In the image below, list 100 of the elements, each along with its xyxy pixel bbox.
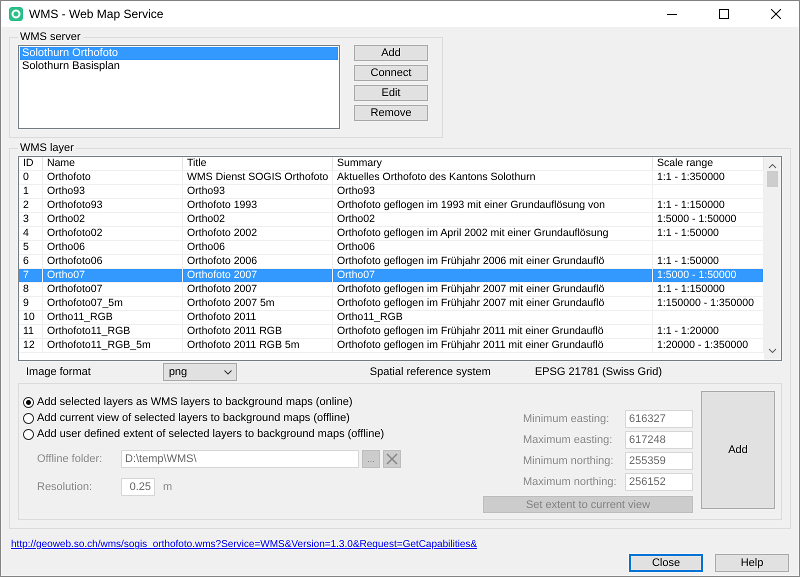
scroll-thumb[interactable] xyxy=(767,171,778,187)
table-cell: Orthofoto11_RGB xyxy=(43,325,183,338)
dialog-button[interactable]: Close xyxy=(629,554,703,572)
capabilities-link[interactable]: http://geoweb.so.ch/wms/sogis_orthofoto.wms?Service=WMS&Version=1.3.0&Request=GetCapabilities& xyxy=(9,539,791,550)
radio-button[interactable] xyxy=(23,428,34,440)
table-cell: Orthofoto 2011 RGB 5m xyxy=(183,339,333,352)
table-row[interactable]: 2 Orthofoto93 Orthofoto 1993 Orthofoto geflogen im 1993 mit einer Grundauflösung von 1:1 - 1:150000 xyxy=(19,199,764,213)
maximize-icon xyxy=(719,9,729,19)
table-cell: Ortho93 xyxy=(183,185,333,198)
table-cell: 9 xyxy=(19,297,43,310)
scroll-down-icon[interactable] xyxy=(768,348,777,354)
column-header[interactable]: ID xyxy=(19,157,43,170)
field-label: Resolution: xyxy=(37,481,94,493)
table-cell: Orthofoto 2007 5m xyxy=(183,297,333,310)
field-label: Minimum northing: xyxy=(523,455,614,467)
field-label: Maximum northing: xyxy=(523,476,617,488)
radio-button[interactable] xyxy=(23,412,34,424)
table-cell: Orthofoto 2007 xyxy=(183,283,333,296)
table-row[interactable]: 12 Orthofoto11_RGB_5m Orthofoto 2011 RGB 5m Orthofoto geflogen im Frühjahr 2011 mit einer Grundauflö 1:20000 - 1:350000 xyxy=(19,339,764,353)
table-cell: Orthofoto geflogen im April 2002 mit einer Grundauflösung xyxy=(333,227,653,240)
table-row[interactable]: 9 Orthofoto07_5m Orthofoto 2007 5m Orthofoto geflogen im Frühjahr 2007 mit einer Grundauflö 1:150000 - 1:350000 xyxy=(19,297,764,311)
table-cell: Ortho02 xyxy=(43,213,183,226)
table-cell: Orthofoto07 xyxy=(43,283,183,296)
close-icon xyxy=(771,9,781,19)
table-cell: Orthofoto xyxy=(43,171,183,184)
group-label: WMS layer xyxy=(19,142,75,154)
srs-value: EPSG 21781 (Swiss Grid) xyxy=(534,366,662,378)
table-cell: Ortho93 xyxy=(333,185,653,198)
field-label: Spatial reference system xyxy=(370,366,491,378)
field-label: Maximum easting: xyxy=(523,434,612,446)
table-cell: Orthofoto 2007 xyxy=(183,269,333,282)
table-cell: Orthofoto93 xyxy=(43,199,183,212)
column-header[interactable]: Name xyxy=(43,157,183,170)
server-button[interactable]: Connect xyxy=(354,65,428,81)
table-cell: Ortho06 xyxy=(183,241,333,254)
group-label: WMS server xyxy=(19,31,82,43)
field-label: Minimum easting: xyxy=(523,413,610,425)
field-label: Offline folder: xyxy=(37,453,104,465)
column-header[interactable]: Title xyxy=(183,157,333,170)
table-cell: 10 xyxy=(19,311,43,324)
table-cell: Orthofoto geflogen im Frühjahr 2007 mit einer Grundauflö xyxy=(333,283,653,296)
unit-label: m xyxy=(163,481,172,493)
scroll-up-icon[interactable] xyxy=(768,163,777,169)
add-button[interactable]: Add xyxy=(701,391,775,509)
radio-option[interactable]: Add current view of selected layers to background maps (offline) xyxy=(23,412,475,424)
table-row[interactable]: 5 Ortho06 Ortho06 Ortho06 xyxy=(19,241,764,255)
table-row[interactable]: 4 Orthofoto02 Orthofoto 2002 Orthofoto geflogen im April 2002 mit einer Grundauflösung 1:1 - 1:50000 xyxy=(19,227,764,241)
clear-icon xyxy=(386,453,398,465)
table-cell: Orthofoto geflogen im Frühjahr 2006 mit einer Grundauflö xyxy=(333,255,653,268)
table-row[interactable]: 3 Ortho02 Ortho02 Ortho02 1:5000 - 1:50000 xyxy=(19,213,764,227)
table-cell: 11 xyxy=(19,325,43,338)
table-cell: 12 xyxy=(19,339,43,352)
server-item[interactable]: Solothurn Basisplan xyxy=(20,60,338,73)
table-cell: Orthofoto 2011 RGB xyxy=(183,325,333,338)
table-row[interactable]: 0 Orthofoto WMS Dienst SOGIS Orthofoto Aktuelles Orthofoto des Kantons Solothurn 1:1 - 1:350000 xyxy=(19,171,764,185)
scrollbar[interactable] xyxy=(764,157,781,360)
table-cell: Orthofoto geflogen im Frühjahr 2011 mit einer Grundauflö xyxy=(333,339,653,352)
table-cell: 7 xyxy=(19,269,43,282)
app-icon xyxy=(9,7,23,21)
table-cell: Ortho11_RGB xyxy=(43,311,183,324)
column-header[interactable]: Summary xyxy=(333,157,653,170)
table-row[interactable]: 11 Orthofoto11_RGB Orthofoto 2011 RGB Orthofoto geflogen im Frühjahr 2011 mit einer Grundauflö 1:1 - 1:20000 xyxy=(19,325,764,339)
window-title: WMS - Web Map Service xyxy=(29,7,164,21)
table-cell: 5 xyxy=(19,241,43,254)
table-cell: WMS Dienst SOGIS Orthofoto xyxy=(183,171,333,184)
table-cell: Orthofoto 2006 xyxy=(183,255,333,268)
table-row[interactable]: 8 Orthofoto07 Orthofoto 2007 Orthofoto geflogen im Frühjahr 2007 mit einer Grundauflö 1:1 - 1:150000 xyxy=(19,283,764,297)
chevron-down-icon xyxy=(224,370,232,374)
table-cell: 8 xyxy=(19,283,43,296)
table-row[interactable]: 1 Ortho93 Ortho93 Ortho93 xyxy=(19,185,764,199)
table-cell: 1 xyxy=(19,185,43,198)
table-cell: 4 xyxy=(19,227,43,240)
table-cell: Ortho11_RGB xyxy=(333,311,653,324)
server-button[interactable]: Edit xyxy=(354,85,428,101)
table-cell: Ortho06 xyxy=(43,241,183,254)
table-cell: 0 xyxy=(19,171,43,184)
server-button[interactable]: Add xyxy=(354,45,428,61)
table-cell: Orthofoto06 xyxy=(43,255,183,268)
field-label: Image format xyxy=(26,366,91,378)
table-cell: 6 xyxy=(19,255,43,268)
table-row[interactable]: 10 Ortho11_RGB Orthofoto 2011 Ortho11_RGB xyxy=(19,311,764,325)
radio-option[interactable]: Add selected layers as WMS layers to background maps (online) xyxy=(23,396,475,408)
table-cell: 2 xyxy=(19,199,43,212)
radio-button[interactable] xyxy=(23,396,34,408)
table-cell: Ortho07 xyxy=(333,269,653,282)
table-cell: Orthofoto 2002 xyxy=(183,227,333,240)
radio-option[interactable]: Add user defined extent of selected layers to background maps (offline) xyxy=(23,428,475,440)
table-cell: Ortho07 xyxy=(43,269,183,282)
server-button[interactable]: Remove xyxy=(354,105,428,121)
table-cell: Orthofoto02 xyxy=(43,227,183,240)
table-cell: Ortho02 xyxy=(183,213,333,226)
table-cell: Orthofoto 2011 xyxy=(183,311,333,324)
table-cell: Ortho93 xyxy=(43,185,183,198)
table-cell: Ortho02 xyxy=(333,213,653,226)
table-cell: Orthofoto geflogen im Frühjahr 2007 mit einer Grundauflö xyxy=(333,297,653,310)
format-dropdown[interactable]: png xyxy=(162,363,237,381)
table-cell: Orthofoto geflogen im 1993 mit einer Grundauflösung von xyxy=(333,199,653,212)
table-cell: 3 xyxy=(19,213,43,226)
table-row[interactable]: 6 Orthofoto06 Orthofoto 2006 Orthofoto geflogen im Frühjahr 2006 mit einer Grundauflö 1:1 - 1:50000 xyxy=(19,255,764,269)
dialog-button[interactable]: Help xyxy=(715,554,789,572)
